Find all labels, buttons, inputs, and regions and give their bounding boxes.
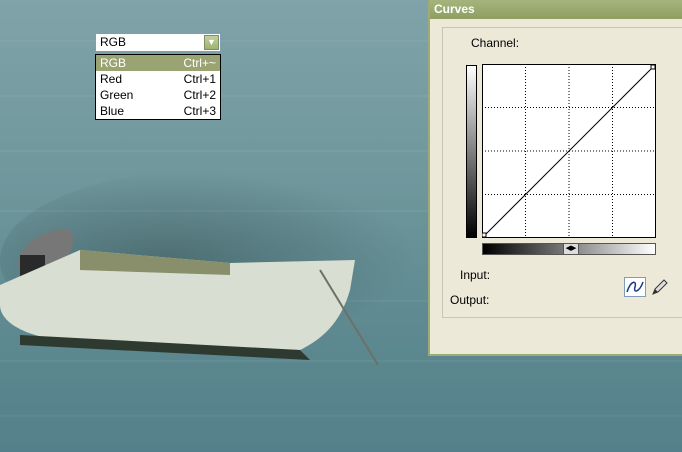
curve-graph[interactable] (482, 64, 656, 238)
curve-tool-button[interactable] (624, 277, 646, 297)
input-label: Input: (460, 268, 491, 282)
channel-dropdown-list: RGB Ctrl+~ Red Ctrl+1 Green Ctrl+2 Blue … (95, 54, 221, 120)
output-label: Output: (450, 293, 490, 307)
channel-option-rgb[interactable]: RGB Ctrl+~ (96, 55, 220, 71)
pencil-tool-button[interactable] (650, 277, 672, 297)
channel-option-blue[interactable]: Blue Ctrl+3 (96, 103, 220, 119)
pencil-icon (652, 279, 668, 295)
curve-tool-icon (626, 281, 644, 293)
channel-option-red[interactable]: Red Ctrl+1 (96, 71, 220, 87)
output-gradient-bar (466, 65, 477, 238)
chevron-down-icon[interactable]: ▼ (204, 35, 219, 50)
boat-image (0, 229, 379, 366)
curve-point-black (482, 232, 487, 238)
channel-select-value: RGB (100, 35, 127, 49)
channel-select[interactable]: RGB ▼ (95, 33, 221, 52)
curve-point-white (650, 64, 656, 70)
gradient-toggle-icon[interactable]: ◀▶ (563, 244, 579, 254)
channel-option-green[interactable]: Green Ctrl+2 (96, 87, 220, 103)
channel-label: Channel: (471, 36, 520, 50)
dialog-title[interactable]: Curves (430, 0, 682, 19)
input-gradient-bar: ◀▶ (482, 243, 656, 255)
